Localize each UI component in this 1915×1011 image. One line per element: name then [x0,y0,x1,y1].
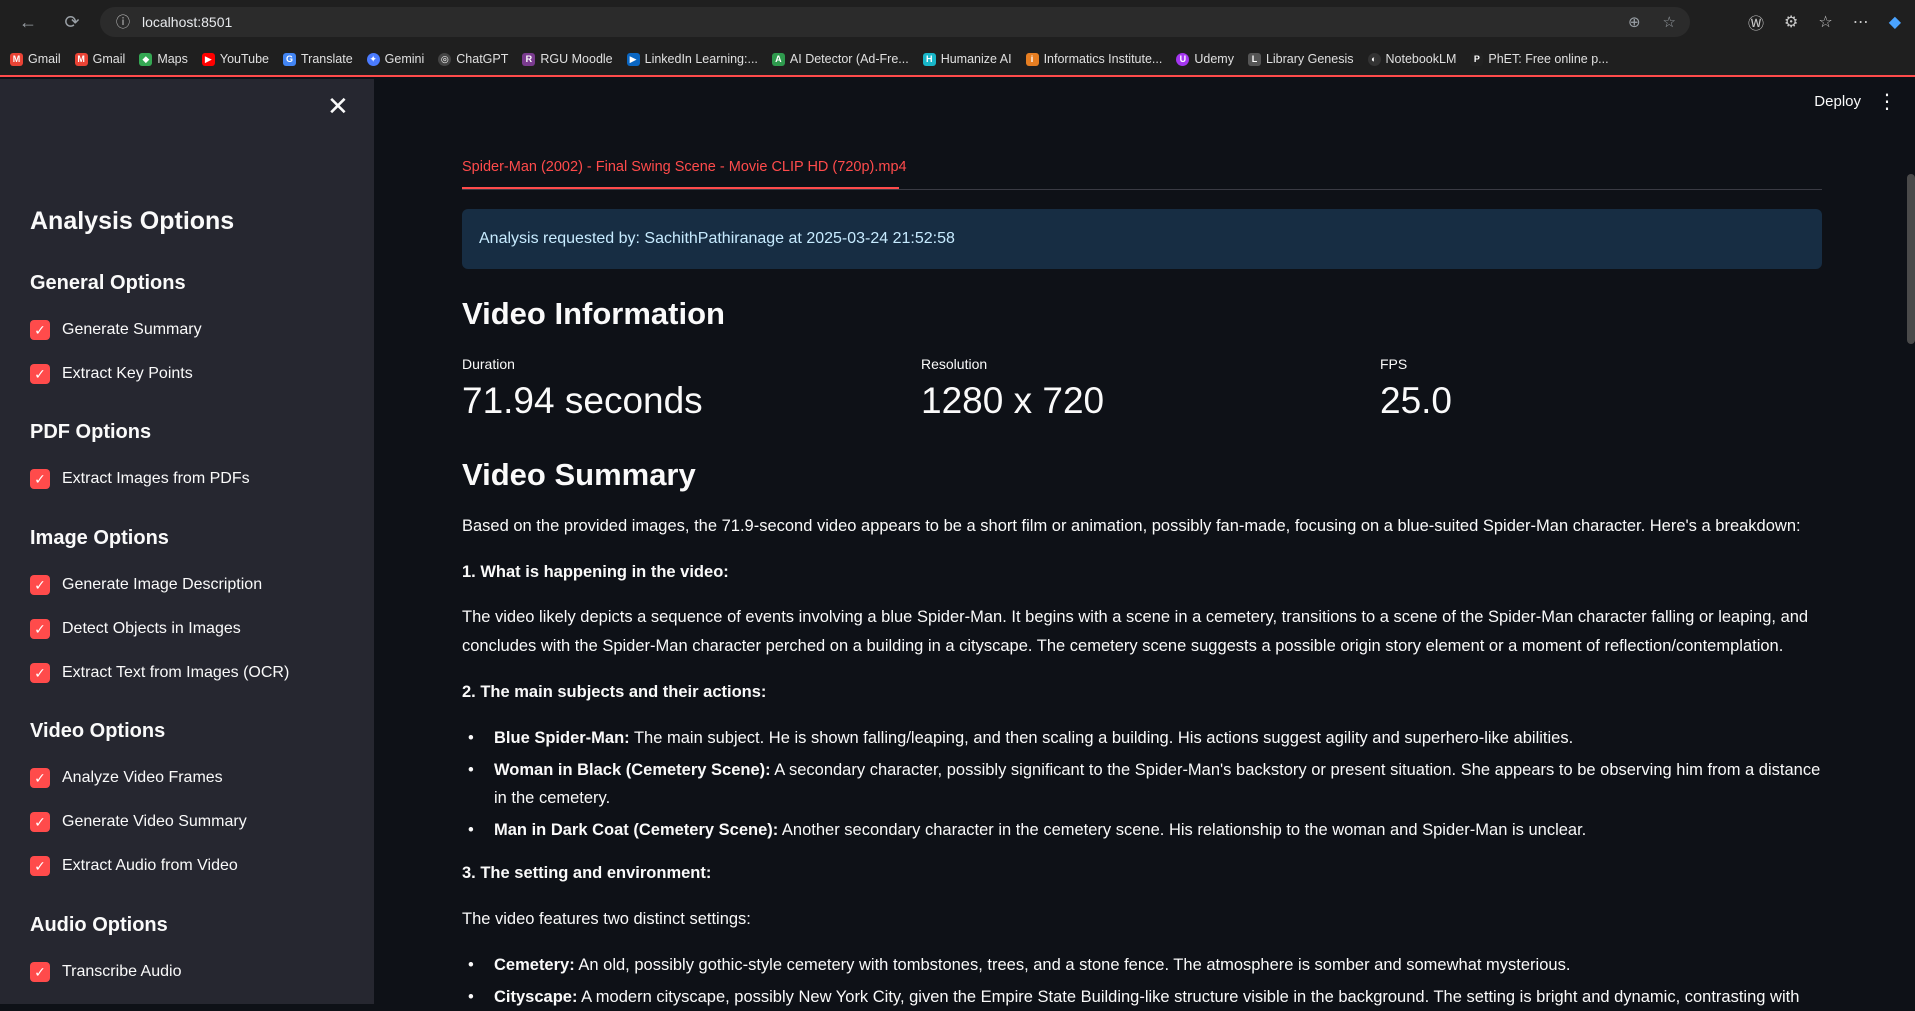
checkbox-extract-key-points[interactable]: ✓ Extract Key Points [30,364,193,384]
chatgpt-icon: ◎ [438,52,452,66]
zoom-icon[interactable]: ⊕ [1628,13,1641,31]
list-item: Cemetery: An old, possibly gothic-style … [462,951,1832,979]
bookmark[interactable]: H Humanize AI [922,52,1012,66]
info-alert: Analysis requested by: SachithPathiranag… [462,209,1822,269]
bookmark[interactable]: ◆ Maps [139,52,188,66]
bookmark[interactable]: A AI Detector (Ad-Fre... [771,52,909,66]
bookmark[interactable]: M Gmail [74,52,125,66]
gemini-icon: ✦ [366,52,380,66]
section-title: Image Options [30,527,169,549]
checkbox-checked-icon[interactable]: ✓ [30,469,50,489]
metric-resolution: Resolution 1280 x 720 [921,356,1105,421]
checkbox-checked-icon[interactable]: ✓ [30,856,50,876]
bookmark[interactable]: R RGU Moodle [522,52,613,66]
sidebar: ✕ Analysis Options General Options ✓ Gene… [0,79,374,1004]
summary-intro: Based on the provided images, the 71.9-s… [462,517,1801,535]
youtube-icon: ▶ [201,52,215,66]
checkbox-video-summary[interactable]: ✓ Generate Video Summary [30,812,247,832]
summary-paragraph: The video likely depicts a sequence of e… [462,608,1809,655]
checkbox-checked-icon[interactable]: ✓ [30,812,50,832]
star-icon[interactable]: ☆ [1663,13,1676,31]
checkbox-checked-icon[interactable]: ✓ [30,320,50,340]
close-icon[interactable]: ✕ [327,91,349,122]
checkbox-generate-summary[interactable]: ✓ Generate Summary [30,320,202,340]
info-icon[interactable]: ⓘ [116,12,130,32]
humanize-icon: H [922,52,936,66]
phet-icon: P [1470,52,1484,66]
checkbox-detect-objects[interactable]: ✓ Detect Objects in Images [30,619,241,639]
bookmark[interactable]: M Gmail [10,52,61,66]
reload-icon[interactable]: ⟳ [58,8,86,36]
summary-subheading: 1. What is happening in the video: [462,563,729,581]
linkedin-icon: ▶ [626,52,640,66]
scrollbar[interactable] [1907,174,1915,344]
bookmark[interactable]: ▶ YouTube [201,52,269,66]
deploy-button[interactable]: Deploy [1814,93,1861,110]
checkbox-checked-icon[interactable]: ✓ [30,619,50,639]
sidebar-title: Analysis Options [30,207,235,235]
list-item: Cityscape: A modern cityscape, possibly … [462,983,1832,1011]
checkbox-checked-icon[interactable]: ✓ [30,364,50,384]
informatics-icon: i [1025,52,1039,66]
bookmark[interactable]: ◎ ChatGPT [438,52,508,66]
section-title: Audio Options [30,914,168,936]
kebab-menu-icon[interactable]: ⋮ [1877,89,1897,114]
section-title: Video Options [30,720,166,742]
bookmark[interactable]: G Translate [283,52,353,66]
summary-paragraph: The video features two distinct settings… [462,910,751,928]
bookmark[interactable]: P PhET: Free online p... [1470,52,1609,66]
checkbox-image-description[interactable]: ✓ Generate Image Description [30,575,262,595]
address-bar[interactable]: ⓘ localhost:8501 ⊕ ☆ [100,7,1690,37]
bookmark[interactable]: ▶ LinkedIn Learning:... [626,52,758,66]
more-icon[interactable]: ⋯ [1853,12,1869,32]
moodle-icon: R [522,52,536,66]
list-item: Man in Dark Coat (Cemetery Scene): Anoth… [462,816,1832,844]
copilot-icon[interactable]: ◆ [1889,12,1901,32]
list-item: Blue Spider-Man: The main subject. He is… [462,724,1832,752]
summary-subheading: 2. The main subjects and their actions: [462,683,767,701]
summary-subheading: 3. The setting and environment: [462,864,712,882]
udemy-icon: U [1176,52,1190,66]
metric-duration: Duration 71.94 seconds [462,356,703,421]
bookmark[interactable]: i Informatics Institute... [1025,52,1162,66]
gmail-icon: M [74,52,88,66]
bookmark[interactable]: U Udemy [1176,52,1234,66]
video-summary-heading: Video Summary [462,457,696,492]
video-info-heading: Video Information [462,296,725,331]
checkbox-ocr[interactable]: ✓ Extract Text from Images (OCR) [30,663,289,683]
url-text: localhost:8501 [142,14,233,30]
translate-icon: G [283,52,297,66]
gmail-icon: M [10,52,23,66]
library-icon: L [1247,52,1261,66]
profile-icon[interactable]: Ⓦ [1748,10,1764,34]
back-icon[interactable]: ← [14,8,42,36]
checkbox-checked-icon[interactable]: ✓ [30,663,50,683]
maps-icon: ◆ [139,52,153,66]
tab-video-file[interactable]: Spider-Man (2002) - Final Swing Scene - … [462,159,907,175]
checkbox-transcribe-audio[interactable]: ✓ Transcribe Audio [30,962,181,982]
extensions-icon[interactable]: ⚙ [1784,12,1798,32]
checkbox-extract-images-pdfs[interactable]: ✓ Extract Images from PDFs [30,469,250,489]
bookmark[interactable]: ◐ NotebookLM [1367,52,1456,66]
metric-fps: FPS 25.0 [1380,356,1453,421]
section-title: General Options [30,272,186,294]
info-alert-text: Analysis requested by: SachithPathiranag… [479,230,955,247]
bookmarks-bar: M Gmail M Gmail ◆ Maps ▶ YouTube G Translate … [0,43,1915,77]
bookmark[interactable]: L Library Genesis [1247,52,1354,66]
checkbox-checked-icon[interactable]: ✓ [30,962,50,982]
checkbox-analyze-frames[interactable]: ✓ Analyze Video Frames [30,768,223,788]
favorites-icon[interactable]: ☆ [1818,12,1832,32]
bookmark[interactable]: ✦ Gemini [366,52,424,66]
browser-toolbar: ← ⟳ ⓘ localhost:8501 ⊕ ☆ Ⓦ ⚙ ☆ ⋯ ◆ [0,0,1915,43]
ai-detector-icon: A [771,52,785,66]
checkbox-extract-audio[interactable]: ✓ Extract Audio from Video [30,856,238,876]
main-content: Deploy ⋮ Spider-Man (2002) - Final Swing… [374,79,1915,1011]
list-item: Woman in Black (Cemetery Scene): A secon… [462,756,1832,812]
checkbox-checked-icon[interactable]: ✓ [30,575,50,595]
checkbox-checked-icon[interactable]: ✓ [30,768,50,788]
section-title: PDF Options [30,421,152,443]
notebooklm-icon: ◐ [1367,52,1381,66]
tab-divider [462,189,1822,190]
